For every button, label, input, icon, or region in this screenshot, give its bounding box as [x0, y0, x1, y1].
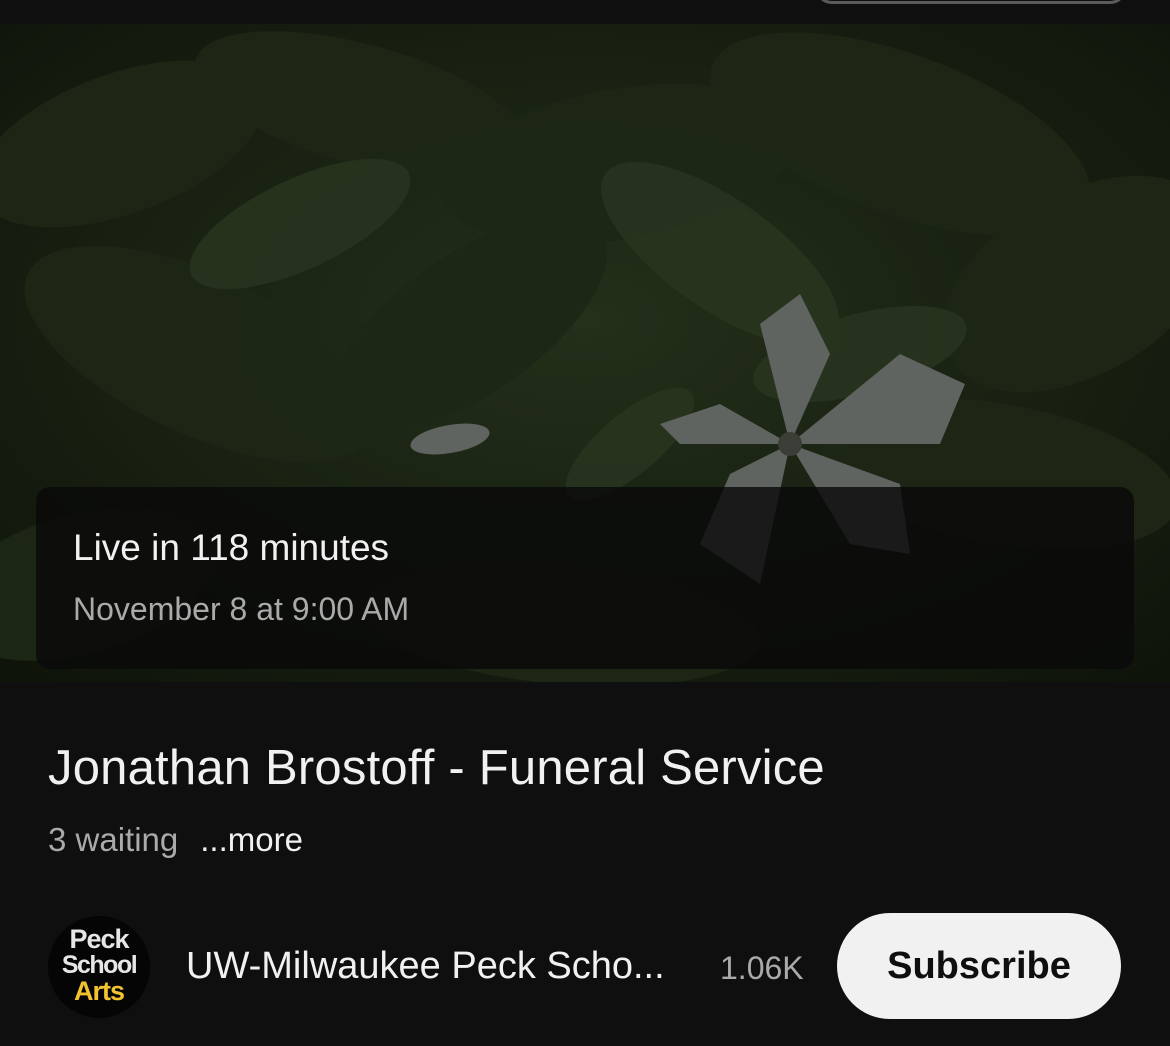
scheduled-date: November 8 at 9:00 AM [73, 591, 410, 627]
live-countdown-text: Live in 118 minutes [73, 527, 390, 568]
top-bar [0, 0, 1170, 24]
waiting-count: 3 waiting [48, 821, 179, 858]
subscriber-count: 1.06K [720, 950, 804, 986]
peck-school-arts-logo: Peck School Arts [61, 924, 138, 1006]
live-countdown-panel: Live in 118 minutes November 8 at 9:00 A… [36, 487, 1134, 669]
channel-name[interactable]: UW-Milwaukee Peck Scho... [186, 945, 665, 988]
subscribe-button[interactable]: Subscribe [837, 913, 1121, 1019]
video-title[interactable]: Jonathan Brostoff - Funeral Service [48, 740, 825, 796]
channel-avatar[interactable]: Peck School Arts [48, 916, 150, 1018]
more-link[interactable]: ...more [200, 821, 303, 858]
top-action-pill[interactable] [815, 0, 1127, 4]
video-meta: 3 waiting ...more [48, 821, 303, 859]
video-thumbnail[interactable]: Live in 118 minutes November 8 at 9:00 A… [0, 24, 1170, 682]
